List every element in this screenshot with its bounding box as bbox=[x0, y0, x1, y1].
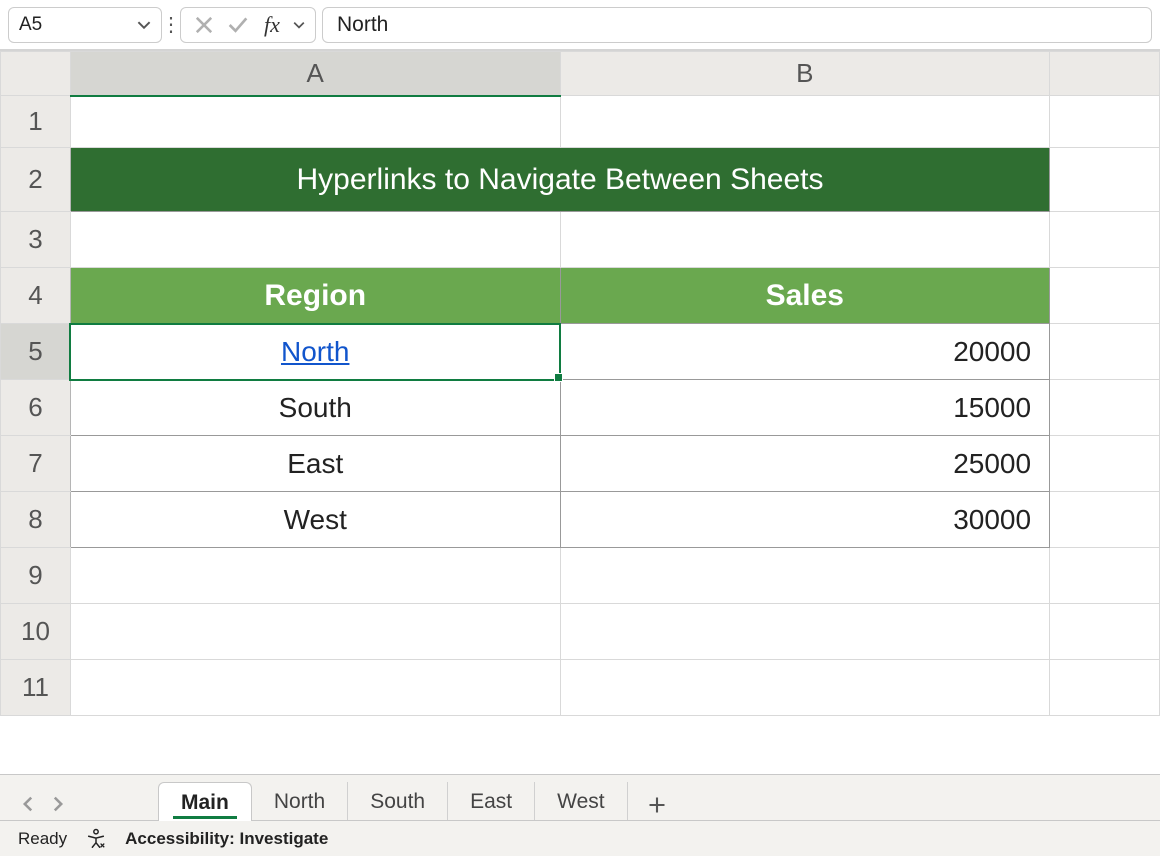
name-box-value: A5 bbox=[19, 14, 42, 36]
row-header[interactable]: 3 bbox=[1, 212, 71, 268]
confirm-icon[interactable] bbox=[221, 15, 255, 35]
cell[interactable] bbox=[70, 660, 560, 716]
column-header-next[interactable] bbox=[1050, 52, 1160, 96]
header-region[interactable]: Region bbox=[70, 268, 560, 324]
chevron-down-icon[interactable] bbox=[289, 19, 309, 31]
title-text: Hyperlinks to Navigate Between Sheets bbox=[297, 163, 824, 196]
cell[interactable] bbox=[560, 212, 1050, 268]
cell-sales[interactable]: 15000 bbox=[560, 380, 1050, 436]
row-header[interactable]: 6 bbox=[1, 380, 71, 436]
cell[interactable] bbox=[1050, 548, 1160, 604]
sheet-tab-list: Main North South East West bbox=[158, 782, 686, 820]
row-header[interactable]: 9 bbox=[1, 548, 71, 604]
cell[interactable] bbox=[70, 548, 560, 604]
cell[interactable] bbox=[560, 96, 1050, 148]
row-header[interactable]: 10 bbox=[1, 604, 71, 660]
formula-bar: A5 ⋮ fx North bbox=[0, 0, 1160, 50]
status-bar: Ready Accessibility: Investigate bbox=[0, 820, 1160, 856]
row-header[interactable]: 1 bbox=[1, 96, 71, 148]
cell-region[interactable]: South bbox=[70, 380, 560, 436]
add-sheet-button[interactable] bbox=[628, 790, 686, 820]
cell[interactable] bbox=[1050, 436, 1160, 492]
formula-input-value: North bbox=[337, 13, 388, 37]
hyperlink[interactable]: North bbox=[281, 336, 349, 367]
cell[interactable] bbox=[1050, 96, 1160, 148]
formula-input[interactable]: North bbox=[322, 7, 1152, 43]
cell[interactable] bbox=[1050, 492, 1160, 548]
sheet-tab-north[interactable]: North bbox=[252, 782, 348, 820]
cancel-icon[interactable] bbox=[187, 16, 221, 34]
name-box[interactable]: A5 bbox=[8, 7, 162, 43]
cell[interactable] bbox=[70, 212, 560, 268]
accessibility-icon[interactable] bbox=[85, 828, 107, 850]
column-header-A[interactable]: A bbox=[70, 52, 560, 96]
sheet-tab-strip: Main North South East West bbox=[0, 774, 1160, 820]
sheet-tab-east[interactable]: East bbox=[448, 782, 535, 820]
cell[interactable] bbox=[1050, 324, 1160, 380]
cell[interactable] bbox=[1050, 212, 1160, 268]
cell[interactable] bbox=[1050, 268, 1160, 324]
separator-icon: ⋮ bbox=[168, 12, 174, 37]
cell-region-north[interactable]: North bbox=[70, 324, 560, 380]
cell-sales[interactable]: 20000 bbox=[560, 324, 1050, 380]
cell[interactable] bbox=[560, 548, 1050, 604]
cell-region[interactable]: West bbox=[70, 492, 560, 548]
chevron-down-icon bbox=[137, 18, 151, 32]
tab-scroll-right-icon[interactable] bbox=[50, 796, 66, 812]
cell-sales[interactable]: 30000 bbox=[560, 492, 1050, 548]
cell-region[interactable]: East bbox=[70, 436, 560, 492]
cell[interactable] bbox=[1050, 148, 1160, 212]
cell[interactable] bbox=[1050, 660, 1160, 716]
row-header[interactable]: 2 bbox=[1, 148, 71, 212]
fx-label: fx bbox=[264, 12, 280, 38]
sheet-tab-main[interactable]: Main bbox=[158, 782, 252, 821]
title-cell[interactable]: Hyperlinks to Navigate Between Sheets bbox=[70, 148, 1049, 212]
tab-scroll-left-icon[interactable] bbox=[20, 796, 36, 812]
sheet-tab-west[interactable]: West bbox=[535, 782, 627, 820]
sheet-tab-south[interactable]: South bbox=[348, 782, 448, 820]
cell[interactable] bbox=[1050, 604, 1160, 660]
select-all-corner[interactable] bbox=[1, 52, 71, 96]
spreadsheet-grid[interactable]: A B 1 2 Hyperlinks to Navigate Between S… bbox=[0, 50, 1160, 774]
cell[interactable] bbox=[70, 96, 560, 148]
formula-bar-buttons: fx bbox=[180, 7, 316, 43]
cell-sales[interactable]: 25000 bbox=[560, 436, 1050, 492]
cell[interactable] bbox=[70, 604, 560, 660]
row-header[interactable]: 11 bbox=[1, 660, 71, 716]
status-ready: Ready bbox=[18, 829, 67, 849]
header-sales[interactable]: Sales bbox=[560, 268, 1050, 324]
row-header[interactable]: 4 bbox=[1, 268, 71, 324]
row-header[interactable]: 5 bbox=[1, 324, 71, 380]
row-header[interactable]: 7 bbox=[1, 436, 71, 492]
column-header-B[interactable]: B bbox=[560, 52, 1050, 96]
cell[interactable] bbox=[560, 604, 1050, 660]
row-header[interactable]: 8 bbox=[1, 492, 71, 548]
cell[interactable] bbox=[560, 660, 1050, 716]
insert-function-button[interactable]: fx bbox=[255, 12, 289, 38]
accessibility-status[interactable]: Accessibility: Investigate bbox=[125, 829, 328, 849]
cell[interactable] bbox=[1050, 380, 1160, 436]
